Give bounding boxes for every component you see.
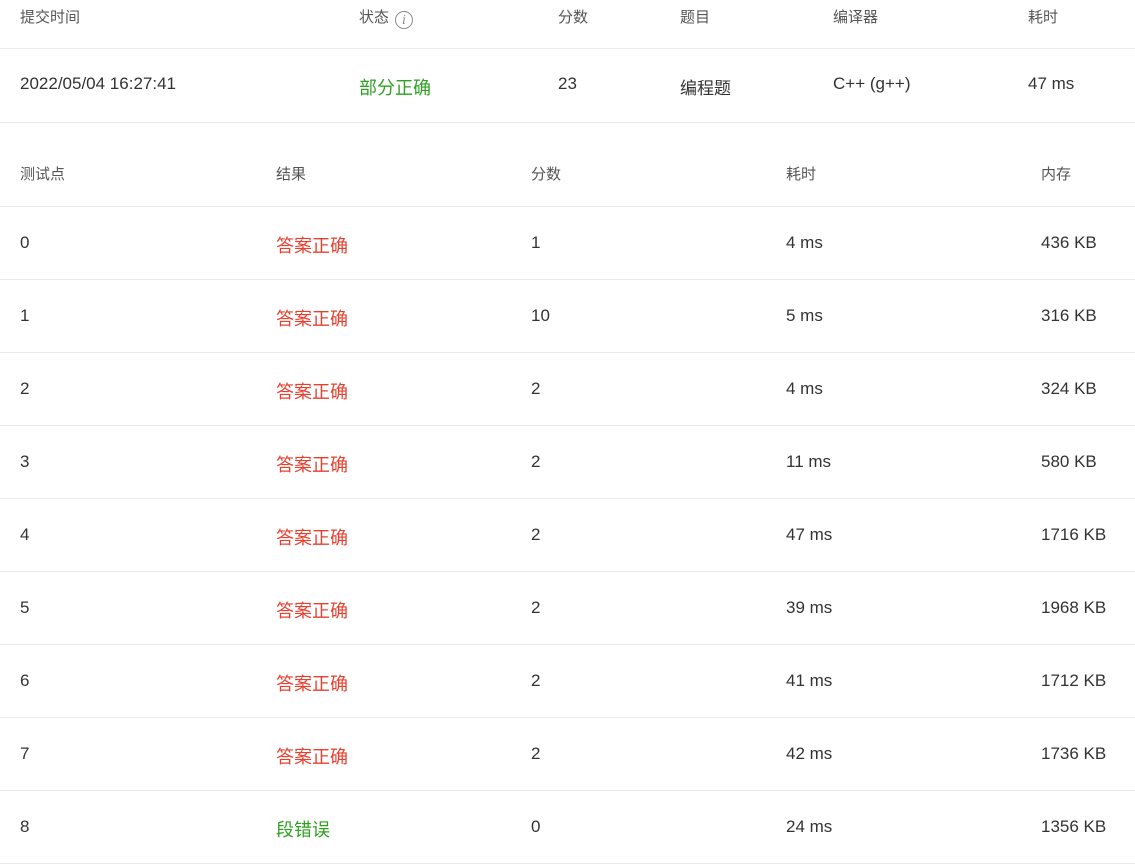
test-case-result: 答案正确 bbox=[276, 309, 348, 329]
submission-compiler: C++ (g++) bbox=[833, 74, 911, 93]
test-case-result: 答案正确 bbox=[276, 528, 348, 548]
test-case-time: 11 ms bbox=[786, 452, 832, 471]
test-case-id: 3 bbox=[20, 452, 30, 471]
test-case-time: 41 ms bbox=[786, 671, 833, 690]
submission-status: 部分正确 bbox=[359, 78, 431, 98]
test-case-result: 段错误 bbox=[276, 820, 330, 840]
test-case-memory: 580 KB bbox=[1041, 452, 1097, 471]
submission-header-row: 提交时间 状态 i 分数 题目 编译器 耗时 bbox=[0, 0, 1135, 49]
header-status: 状态 i bbox=[359, 6, 414, 29]
test-case-id: 1 bbox=[20, 306, 30, 325]
table-row: 8 段错误 0 24 ms 1356 KB bbox=[0, 791, 1135, 864]
header-score: 分数 bbox=[558, 9, 589, 26]
test-case-score: 2 bbox=[531, 671, 541, 690]
test-case-rows: 0 答案正确 1 4 ms 436 KB 1 答案正确 10 5 ms 316 KB 2 答案正确 2 4… bbox=[0, 207, 1135, 864]
test-case-memory: 1736 KB bbox=[1041, 744, 1107, 763]
header-elapsed: 耗时 bbox=[1028, 9, 1059, 26]
test-case-memory: 324 KB bbox=[1041, 379, 1097, 398]
test-case-score: 10 bbox=[531, 306, 550, 325]
test-cases-table: 测试点 结果 分数 耗时 内存 0 答案正确 1 4 ms 436 KB 1 答案正确 10 5… bbox=[0, 123, 1135, 864]
test-case-result: 答案正确 bbox=[276, 747, 348, 767]
test-case-memory: 1968 KB bbox=[1041, 598, 1107, 617]
test-case-result: 答案正确 bbox=[276, 674, 348, 694]
test-case-id: 2 bbox=[20, 379, 30, 398]
test-case-id: 7 bbox=[20, 744, 30, 763]
submit-time: 2022/05/04 16:27:41 bbox=[20, 74, 176, 93]
test-case-time: 42 ms bbox=[786, 744, 833, 763]
test-case-time: 39 ms bbox=[786, 598, 833, 617]
info-circle-icon[interactable]: i bbox=[395, 11, 414, 29]
test-case-result: 答案正确 bbox=[276, 601, 348, 621]
test-case-memory: 1712 KB bbox=[1041, 671, 1107, 690]
submission-elapsed: 47 ms bbox=[1028, 74, 1075, 93]
test-case-id: 6 bbox=[20, 671, 30, 690]
table-row: 2 答案正确 2 4 ms 324 KB bbox=[0, 353, 1135, 426]
table-row: 1 答案正确 10 5 ms 316 KB bbox=[0, 280, 1135, 353]
test-case-memory: 1716 KB bbox=[1041, 525, 1107, 544]
test-case-score: 2 bbox=[531, 525, 541, 544]
test-case-time: 47 ms bbox=[786, 525, 833, 544]
test-case-score: 1 bbox=[531, 233, 541, 252]
header-memory: 内存 bbox=[1041, 166, 1072, 183]
header-problem: 题目 bbox=[680, 9, 711, 26]
test-case-result: 答案正确 bbox=[276, 455, 348, 475]
test-case-id: 5 bbox=[20, 598, 30, 617]
test-case-time: 4 ms bbox=[786, 233, 823, 252]
test-case-result: 答案正确 bbox=[276, 382, 348, 402]
table-row: 5 答案正确 2 39 ms 1968 KB bbox=[0, 572, 1135, 645]
submission-table: 提交时间 状态 i 分数 题目 编译器 耗时 2022/05/04 16:27:4… bbox=[0, 0, 1135, 123]
test-case-time: 4 ms bbox=[786, 379, 823, 398]
test-case-score: 2 bbox=[531, 452, 541, 471]
header-test-case: 测试点 bbox=[20, 166, 66, 183]
test-case-result: 答案正确 bbox=[276, 236, 348, 256]
test-case-score: 0 bbox=[531, 817, 541, 836]
test-cases-header-row: 测试点 结果 分数 耗时 内存 bbox=[0, 123, 1135, 207]
test-case-time: 24 ms bbox=[786, 817, 833, 836]
header-compiler: 编译器 bbox=[833, 9, 879, 26]
header-status-label: 状态 bbox=[359, 9, 390, 26]
test-case-score: 2 bbox=[531, 744, 541, 763]
test-case-id: 4 bbox=[20, 525, 30, 544]
table-row: 7 答案正确 2 42 ms 1736 KB bbox=[0, 718, 1135, 791]
test-case-memory: 316 KB bbox=[1041, 306, 1097, 325]
test-case-score: 2 bbox=[531, 379, 541, 398]
test-case-memory: 436 KB bbox=[1041, 233, 1097, 252]
table-row: 6 答案正确 2 41 ms 1712 KB bbox=[0, 645, 1135, 718]
header-case-time: 耗时 bbox=[786, 166, 817, 183]
submission-score: 23 bbox=[558, 74, 577, 93]
test-case-id: 0 bbox=[20, 233, 30, 252]
submission-row: 2022/05/04 16:27:41 部分正确 23 编程题 C++ (g++… bbox=[0, 49, 1135, 122]
test-case-id: 8 bbox=[20, 817, 30, 836]
test-case-score: 2 bbox=[531, 598, 541, 617]
header-case-score: 分数 bbox=[531, 166, 562, 183]
header-submit-time: 提交时间 bbox=[20, 9, 81, 26]
test-case-memory: 1356 KB bbox=[1041, 817, 1107, 836]
table-row: 3 答案正确 2 11 ms 580 KB bbox=[0, 426, 1135, 499]
header-result: 结果 bbox=[276, 166, 307, 183]
test-case-time: 5 ms bbox=[786, 306, 823, 325]
submission-problem: 编程题 bbox=[680, 79, 731, 98]
table-row: 0 答案正确 1 4 ms 436 KB bbox=[0, 207, 1135, 280]
table-row: 4 答案正确 2 47 ms 1716 KB bbox=[0, 499, 1135, 572]
